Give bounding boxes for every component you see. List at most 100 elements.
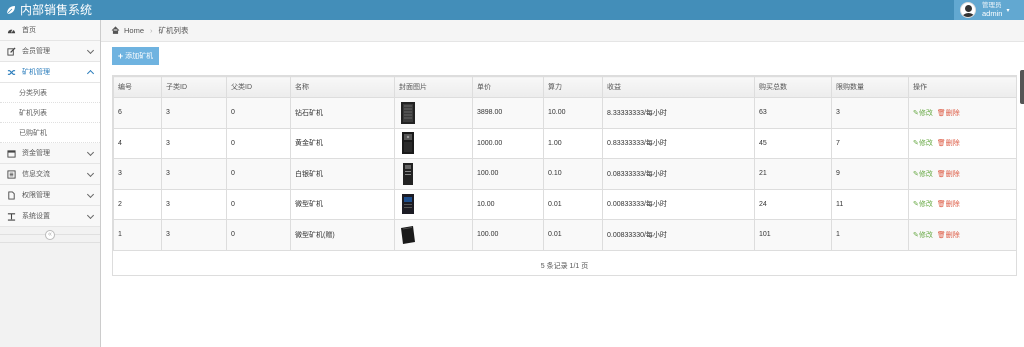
add-miner-button[interactable]: + 添加矿机 — [112, 47, 159, 65]
edit-button[interactable]: ✎修改 — [913, 140, 933, 147]
cell-parent-id: 0 — [226, 97, 291, 129]
sidebar-item-permissions[interactable]: 权限管理 — [0, 185, 100, 206]
miner-table: 编号 子类ID 父类ID 名称 封面图片 单价 算力 收益 购买总数 限购数量 … — [113, 76, 1017, 251]
cell-subcategory-id: 3 — [161, 219, 227, 251]
breadcrumb-home-link[interactable]: Home — [124, 26, 144, 35]
cell-name: 钻石矿机 — [290, 97, 395, 129]
cell-unit-price: 100.00 — [472, 219, 544, 251]
edit-button[interactable]: ✎修改 — [913, 201, 933, 208]
cell-name: 微型矿机(赠) — [290, 219, 395, 251]
sidebar-item-messages[interactable]: 信息交流 — [0, 164, 100, 185]
cell-hashrate: 0.01 — [543, 219, 603, 251]
sidebar-item-funds[interactable]: 资金管理 — [0, 143, 100, 164]
sidebar-item-label: 资金管理 — [22, 150, 50, 157]
delete-button[interactable]: 🗑删除 — [937, 232, 960, 239]
breadcrumb: Home › 矿机列表 — [101, 20, 1024, 42]
chevron-up-icon — [86, 69, 95, 78]
delete-button[interactable]: 🗑删除 — [937, 110, 960, 117]
table-row: 1 3 0 微型矿机(赠) 100.00 0.01 0.00833330/每小时… — [113, 219, 1017, 251]
user-role: 管理员 — [982, 2, 1002, 9]
sidebar-item-settings[interactable]: 系统设置 — [0, 206, 100, 227]
col-header-earnings: 收益 — [602, 76, 755, 98]
table-row: 4 3 0 黄金矿机 1000.00 1.00 0.83333333/每小时 4… — [113, 127, 1017, 159]
edit-button[interactable]: ✎修改 — [913, 110, 933, 117]
edit-button[interactable]: ✎修改 — [913, 171, 933, 178]
chevron-down-icon — [86, 169, 95, 178]
sidebar-item-label: 矿机管理 — [22, 69, 50, 76]
add-miner-button-label: 添加矿机 — [125, 53, 154, 60]
cell-total-purchased: 45 — [754, 127, 832, 159]
delete-button[interactable]: 🗑删除 — [937, 171, 960, 178]
col-header-total-purchased: 购买总数 — [754, 76, 832, 98]
col-header-parent-id: 父类ID — [226, 76, 291, 98]
avatar — [960, 2, 976, 18]
cell-subcategory-id: 3 — [161, 188, 227, 220]
cell-earnings: 0.00833333/每小时 — [602, 188, 755, 220]
cell-unit-price: 1000.00 — [472, 127, 544, 159]
sidebar-subitem-purchased-miners[interactable]: 已购矿机 — [0, 123, 100, 143]
col-header-subcategory-id: 子类ID — [161, 76, 227, 98]
delete-button[interactable]: 🗑删除 — [937, 140, 960, 147]
cell-name: 白银矿机 — [290, 158, 395, 190]
miner-table-panel: 编号 子类ID 父类ID 名称 封面图片 单价 算力 收益 购买总数 限购数量 … — [112, 75, 1017, 276]
plus-icon: + — [117, 51, 124, 61]
cell-parent-id: 0 — [226, 219, 291, 251]
double-angle-left-icon[interactable]: « — [45, 229, 55, 240]
cell-parent-id: 0 — [226, 188, 291, 220]
col-header-purchase-limit: 限购数量 — [831, 76, 909, 98]
chevron-down-icon — [86, 211, 95, 220]
cell-hashrate: 1.00 — [543, 127, 603, 159]
dashboard-icon — [6, 25, 16, 35]
edit-label: 修改 — [918, 170, 933, 178]
sidebar-item-miners[interactable]: 矿机管理 — [0, 62, 100, 83]
edit-label: 修改 — [918, 201, 933, 209]
edit-label: 修改 — [918, 140, 933, 148]
cell-total-purchased: 21 — [754, 158, 832, 190]
cell-purchase-limit: 11 — [831, 188, 909, 220]
edit-label: 修改 — [918, 231, 933, 239]
cell-purchase-limit: 9 — [831, 158, 909, 190]
table-row: 2 3 0 微型矿机 10.00 0.01 0.00833333/每小时 24 … — [113, 188, 1017, 220]
pagination-info: 5 条记录 1/1 页 — [540, 262, 589, 270]
breadcrumb-current: 矿机列表 — [158, 26, 189, 35]
cell-cover-image — [394, 188, 473, 220]
sidebar-item-label: 信息交流 — [22, 171, 50, 178]
brand[interactable]: 内部销售系统 — [6, 2, 92, 18]
delete-label: 删除 — [945, 109, 960, 117]
sidebar-subitem-miner-list[interactable]: 矿机列表 — [0, 103, 100, 123]
miner-thumbnail — [401, 101, 415, 124]
cell-parent-id: 0 — [226, 158, 291, 190]
cell-actions: ✎修改 🗑删除 — [908, 219, 1017, 251]
sidebar-item-home[interactable]: 首页 — [0, 20, 100, 41]
user-menu[interactable]: 管理员 admin ▾ — [954, 0, 1024, 20]
leaf-icon — [6, 6, 15, 15]
list-icon — [6, 169, 16, 179]
edit-button[interactable]: ✎修改 — [913, 232, 933, 239]
trash-icon: 🗑 — [936, 109, 946, 117]
edit-label: 修改 — [918, 109, 933, 117]
side-scroll-handle[interactable] — [1020, 70, 1024, 104]
chevron-down-icon — [86, 46, 95, 55]
sidebar-item-label: 首页 — [22, 27, 36, 34]
cell-id: 6 — [113, 97, 162, 129]
cell-unit-price: 100.00 — [472, 158, 544, 190]
cell-id: 3 — [113, 158, 162, 190]
col-header-id: 编号 — [113, 76, 162, 98]
cell-actions: ✎修改 🗑删除 — [908, 97, 1017, 129]
miner-thumbnail — [403, 162, 413, 185]
cell-cover-image — [394, 219, 473, 251]
sidebar: 首页 会员管理 矿机管理 分类列表 矿机列表 已购矿机 资金管理 信息交流 权限… — [0, 20, 101, 347]
col-header-hashrate: 算力 — [543, 76, 603, 98]
delete-button[interactable]: 🗑删除 — [937, 201, 960, 208]
top-navbar: 内部销售系统 管理员 admin ▾ — [0, 0, 1024, 20]
sidebar-item-members[interactable]: 会员管理 — [0, 41, 100, 62]
random-icon — [6, 67, 16, 77]
cell-cover-image — [394, 127, 473, 159]
sidebar-item-label: 会员管理 — [22, 48, 50, 55]
sidebar-subitem-category-list[interactable]: 分类列表 — [0, 83, 100, 103]
cell-actions: ✎修改 🗑删除 — [908, 127, 1017, 159]
cell-cover-image — [394, 97, 473, 129]
chevron-down-icon — [86, 190, 95, 199]
sidebar-item-label: 系统设置 — [22, 213, 50, 220]
trash-icon: 🗑 — [936, 201, 946, 209]
